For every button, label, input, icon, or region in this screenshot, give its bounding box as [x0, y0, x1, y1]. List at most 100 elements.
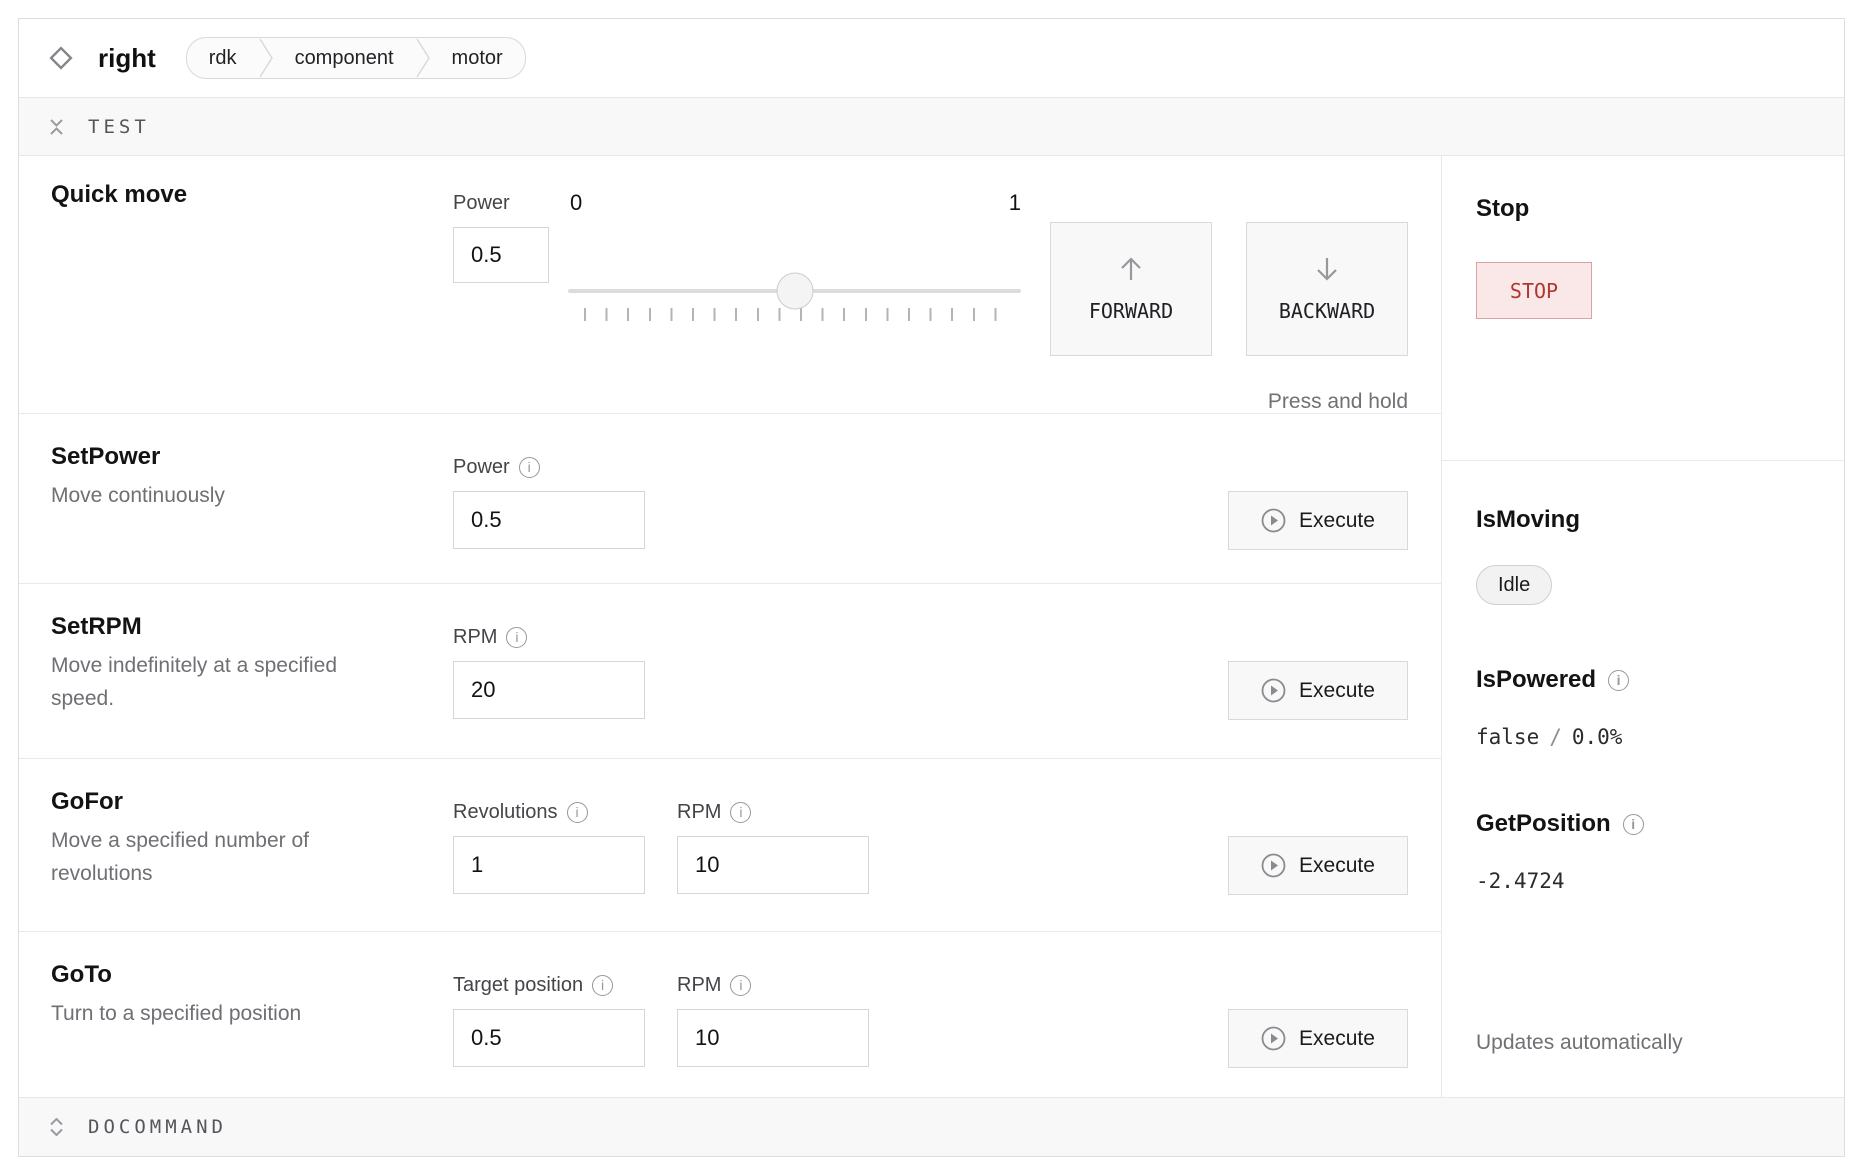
is-moving-title: IsMoving: [1476, 505, 1810, 535]
info-icon[interactable]: [730, 802, 751, 823]
motor-component-card: right rdk component motor TEST: [18, 18, 1845, 1157]
motor-control-page: right rdk component motor TEST: [0, 0, 1864, 1176]
get-position-value: -2.4724: [1476, 869, 1810, 893]
set-power-power-field: Power: [453, 453, 645, 549]
breadcrumb-item-rdk: rdk: [187, 38, 259, 78]
rpm-label: RPM: [453, 623, 497, 651]
go-for-execute-button[interactable]: Execute: [1228, 836, 1408, 895]
arrow-down-icon: [1313, 255, 1341, 283]
info-icon[interactable]: [592, 975, 613, 996]
row-set-power: SetPower Move continuously Power: [19, 414, 1441, 584]
execute-button-label: Execute: [1299, 679, 1375, 703]
quick-move-power-field: Power: [453, 189, 549, 414]
revolutions-label: Revolutions: [453, 798, 558, 826]
docommand-section-header[interactable]: DOCOMMAND: [19, 1097, 1844, 1156]
go-to-target-input[interactable]: [453, 1009, 645, 1067]
power-slider: 0 1: [568, 189, 1021, 414]
info-icon[interactable]: [506, 627, 527, 648]
test-section-body: Quick move Power 0 1: [19, 156, 1844, 1097]
chevron-right-icon: [259, 38, 273, 78]
go-for-revolutions-input[interactable]: [453, 836, 645, 894]
expand-icon: [48, 1118, 65, 1136]
forward-button[interactable]: FORWARD: [1050, 222, 1212, 356]
go-to-rpm-input[interactable]: [677, 1009, 869, 1067]
stop-button-label: STOP: [1510, 279, 1558, 303]
status-section: IsMoving Idle IsPowered false / 0.0%: [1442, 461, 1844, 1097]
docommand-section-label: DOCOMMAND: [88, 1116, 227, 1138]
component-diamond-icon: [46, 43, 76, 73]
breadcrumb-item-motor: motor: [430, 38, 525, 78]
set-power-description: Move continuously: [51, 479, 391, 512]
get-position-title: GetPosition: [1476, 809, 1810, 839]
stop-title: Stop: [1476, 194, 1810, 224]
updates-automatically-note: Updates automatically: [1476, 1031, 1810, 1055]
set-rpm-rpm-field: RPM: [453, 623, 645, 719]
rpm-label: RPM: [677, 798, 721, 826]
execute-button-label: Execute: [1299, 509, 1375, 533]
go-to-rpm-field: RPM: [677, 971, 869, 1067]
set-power-input[interactable]: [453, 491, 645, 549]
go-to-target-field: Target position: [453, 971, 645, 1067]
breadcrumb-item-component: component: [273, 38, 416, 78]
info-icon[interactable]: [519, 457, 540, 478]
go-for-rpm-field: RPM: [677, 798, 869, 894]
slider-min-label: 0: [570, 189, 582, 217]
arrow-up-icon: [1117, 255, 1145, 283]
power-label: Power: [453, 453, 510, 481]
play-circle-icon: [1261, 678, 1286, 703]
play-circle-icon: [1261, 1026, 1286, 1051]
set-power-execute-button[interactable]: Execute: [1228, 491, 1408, 550]
is-moving-status-badge: Idle: [1476, 565, 1552, 605]
slider-ticks: [584, 308, 1015, 321]
is-powered-bool: false: [1476, 725, 1539, 749]
power-slider-handle[interactable]: [776, 273, 813, 310]
power-input[interactable]: [453, 227, 549, 283]
set-rpm-description: Move indefinitely at a specified speed.: [51, 649, 391, 715]
backward-button[interactable]: BACKWARD: [1246, 222, 1408, 356]
forward-button-label: FORWARD: [1089, 299, 1173, 323]
execute-button-label: Execute: [1299, 1027, 1375, 1051]
row-set-rpm: SetRPM Move indefinitely at a specified …: [19, 584, 1441, 759]
go-for-title: GoFor: [51, 787, 453, 817]
go-for-rpm-input[interactable]: [677, 836, 869, 894]
motor-status-sidebar: Stop STOP IsMoving Idle IsPowered: [1442, 156, 1844, 1097]
go-to-description: Turn to a specified position: [51, 997, 391, 1030]
component-name: right: [98, 43, 156, 74]
row-go-for: GoFor Move a specified number of revolut…: [19, 759, 1441, 932]
backward-button-label: BACKWARD: [1279, 299, 1375, 323]
is-powered-percent: 0.0%: [1572, 725, 1623, 749]
info-icon[interactable]: [567, 802, 588, 823]
is-powered-title: IsPowered: [1476, 665, 1810, 695]
slider-max-label: 1: [1009, 189, 1021, 217]
set-rpm-title: SetRPM: [51, 612, 453, 642]
execute-button-label: Execute: [1299, 854, 1375, 878]
chevron-right-icon: [416, 38, 430, 78]
go-for-description: Move a specified number of revolutions: [51, 824, 391, 890]
stop-button[interactable]: STOP: [1476, 262, 1592, 319]
breadcrumb: rdk component motor: [186, 37, 526, 79]
play-circle-icon: [1261, 508, 1286, 533]
collapse-icon: [48, 118, 65, 136]
go-for-revolutions-field: Revolutions: [453, 798, 645, 894]
row-go-to: GoTo Turn to a specified position Target…: [19, 932, 1441, 1097]
test-section-header[interactable]: TEST: [19, 97, 1844, 156]
set-rpm-input[interactable]: [453, 661, 645, 719]
quick-move-title: Quick move: [51, 180, 453, 210]
motor-commands-panel: Quick move Power 0 1: [19, 156, 1442, 1097]
row-quick-move: Quick move Power 0 1: [19, 156, 1441, 414]
stop-section: Stop STOP: [1442, 156, 1844, 461]
set-power-title: SetPower: [51, 442, 453, 472]
info-icon[interactable]: [730, 975, 751, 996]
play-circle-icon: [1261, 853, 1286, 878]
info-icon[interactable]: [1608, 670, 1629, 691]
card-header: right rdk component motor: [19, 19, 1844, 97]
go-to-title: GoTo: [51, 960, 453, 990]
value-separator: /: [1549, 725, 1562, 749]
power-label: Power: [453, 189, 549, 217]
press-and-hold-hint: Press and hold: [1050, 390, 1408, 414]
info-icon[interactable]: [1623, 814, 1644, 835]
go-to-execute-button[interactable]: Execute: [1228, 1009, 1408, 1068]
target-position-label: Target position: [453, 971, 583, 999]
test-section-label: TEST: [88, 116, 150, 138]
set-rpm-execute-button[interactable]: Execute: [1228, 661, 1408, 720]
